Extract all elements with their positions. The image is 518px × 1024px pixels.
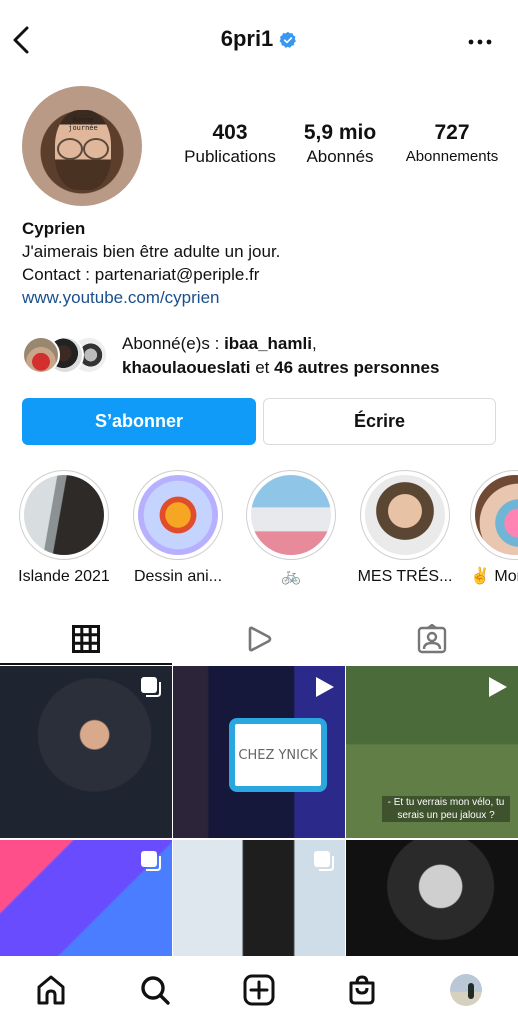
post-thumbnail[interactable] — [0, 666, 172, 838]
highlight-item[interactable]: MES TRÉS... — [357, 470, 453, 588]
tagged-person-icon — [417, 623, 447, 653]
highlight-ring — [19, 470, 109, 560]
play-icon — [316, 677, 334, 697]
username: 6pri1 — [220, 26, 274, 51]
highlight-ring — [246, 470, 336, 560]
posts-grid: CHEZ YNICK - Et tu verrais mon vélo, tu … — [0, 666, 518, 956]
stat-followers[interactable]: 5,9 mio Abonnés — [298, 120, 382, 168]
post-thumbnail[interactable] — [173, 840, 345, 956]
post-thumbnail[interactable] — [0, 840, 172, 956]
highlight-item[interactable]: Dessin ani... — [130, 470, 226, 588]
more-options-button[interactable] — [468, 34, 492, 45]
play-icon — [489, 677, 507, 697]
verified-badge-icon — [279, 31, 297, 48]
highlight-item[interactable]: 🚲 — [243, 470, 339, 588]
bio-line: J'aimerais bien être adulte un jour. — [22, 242, 281, 261]
bio-line: Contact : partenariat@periple.fr — [22, 265, 260, 284]
bottom-navigation — [0, 956, 518, 1024]
nav-profile[interactable] — [448, 972, 484, 1008]
stat-label: Abonnements — [405, 148, 499, 165]
highlight-ring — [133, 470, 223, 560]
profile-bio: Cyprien J'aimerais bien être adulte un j… — [22, 217, 502, 309]
search-icon — [141, 976, 170, 1005]
grid-icon — [72, 624, 100, 653]
stat-following[interactable]: 727 Abonnements — [400, 120, 504, 168]
home-icon — [37, 975, 65, 1005]
nav-home[interactable] — [33, 972, 69, 1008]
highlight-cover — [138, 475, 218, 555]
stat-value: 727 — [434, 121, 470, 144]
follow-button[interactable]: S’abonner — [22, 398, 256, 445]
highlight-label: 🚲 — [281, 568, 301, 585]
followed-by[interactable]: Abonné(e)s : ibaa_hamli, khaoulaoueslati… — [22, 332, 502, 382]
stat-publications[interactable]: 403 Publications — [178, 120, 282, 168]
stat-value: 403 — [212, 121, 248, 144]
highlight-cover — [475, 475, 518, 555]
stat-label: Publications — [184, 147, 276, 166]
follower-username: ibaa_hamli — [224, 334, 312, 353]
highlight-label: MES TRÉS... — [357, 568, 453, 585]
forehead-line-2: journée — [68, 124, 98, 132]
whiteboard-text: CHEZ YNICK — [229, 718, 327, 792]
message-button[interactable]: Écrire — [263, 398, 496, 445]
highlight-ring — [360, 470, 450, 560]
highlight-label: Dessin ani... — [133, 568, 223, 585]
carousel-icon — [314, 851, 334, 871]
post-thumbnail[interactable]: - Et tu verrais mon vélo, tu serais un p… — [346, 666, 518, 838]
highlight-ring — [470, 470, 518, 560]
avatar-forehead-text: Bonne journée — [66, 116, 100, 132]
reels-play-icon — [248, 626, 272, 651]
nav-shop[interactable] — [344, 972, 380, 1008]
others-count: 46 autres personnes — [274, 358, 440, 377]
profile-stats: 403 Publications 5,9 mio Abonnés 727 Abo… — [172, 120, 512, 180]
nav-search[interactable] — [137, 972, 173, 1008]
highlight-cover — [24, 475, 104, 555]
stat-label: Abonnés — [306, 147, 374, 166]
post-thumbnail[interactable]: CHEZ YNICK — [173, 666, 345, 838]
conjunction: et — [250, 358, 275, 377]
story-highlights: Islande 2021 Dessin ani... 🚲 MES TRÉS...… — [0, 470, 518, 590]
highlight-cover — [365, 475, 445, 555]
carousel-icon — [141, 677, 161, 697]
profile-username-title: 6pri1 — [0, 26, 518, 52]
highlight-item[interactable]: ✌️ Mon — [470, 470, 518, 588]
separator: , — [311, 334, 317, 353]
tab-posts-grid[interactable] — [0, 612, 172, 665]
video-subtitle: - Et tu verrais mon vélo, tu serais un p… — [382, 796, 510, 822]
new-post-icon — [243, 974, 275, 1006]
profile-avatar-small — [450, 974, 482, 1006]
profile-tabs — [0, 612, 518, 665]
profile-link[interactable]: www.youtube.com/cyprien — [22, 286, 502, 309]
highlight-item[interactable]: Islande 2021 — [16, 470, 112, 588]
follower-username: khaoulaoueslati — [122, 358, 251, 377]
shop-icon — [349, 975, 375, 1005]
nav-new-post[interactable] — [241, 972, 277, 1008]
stat-value: 5,9 mio — [303, 121, 377, 144]
forehead-line-1: Bonne — [72, 116, 94, 124]
post-thumbnail[interactable] — [346, 840, 518, 956]
more-horizontal-icon — [468, 39, 492, 45]
follower-avatar — [22, 336, 60, 374]
tab-reels[interactable] — [173, 612, 345, 665]
followed-by-text: Abonné(e)s : ibaa_hamli, khaoulaoueslati… — [122, 332, 439, 380]
display-name: Cyprien — [22, 219, 86, 238]
highlight-label: ✌️ Mon — [470, 568, 518, 585]
top-bar: 6pri1 — [0, 0, 518, 80]
followed-by-prefix: Abonné(e)s : — [122, 334, 225, 353]
highlight-cover — [251, 475, 331, 555]
tab-tagged[interactable] — [346, 612, 518, 665]
carousel-icon — [141, 851, 161, 871]
avatar-glasses — [55, 138, 111, 160]
profile-avatar[interactable]: Bonne journée — [22, 86, 142, 206]
highlight-label: Islande 2021 — [18, 568, 110, 585]
